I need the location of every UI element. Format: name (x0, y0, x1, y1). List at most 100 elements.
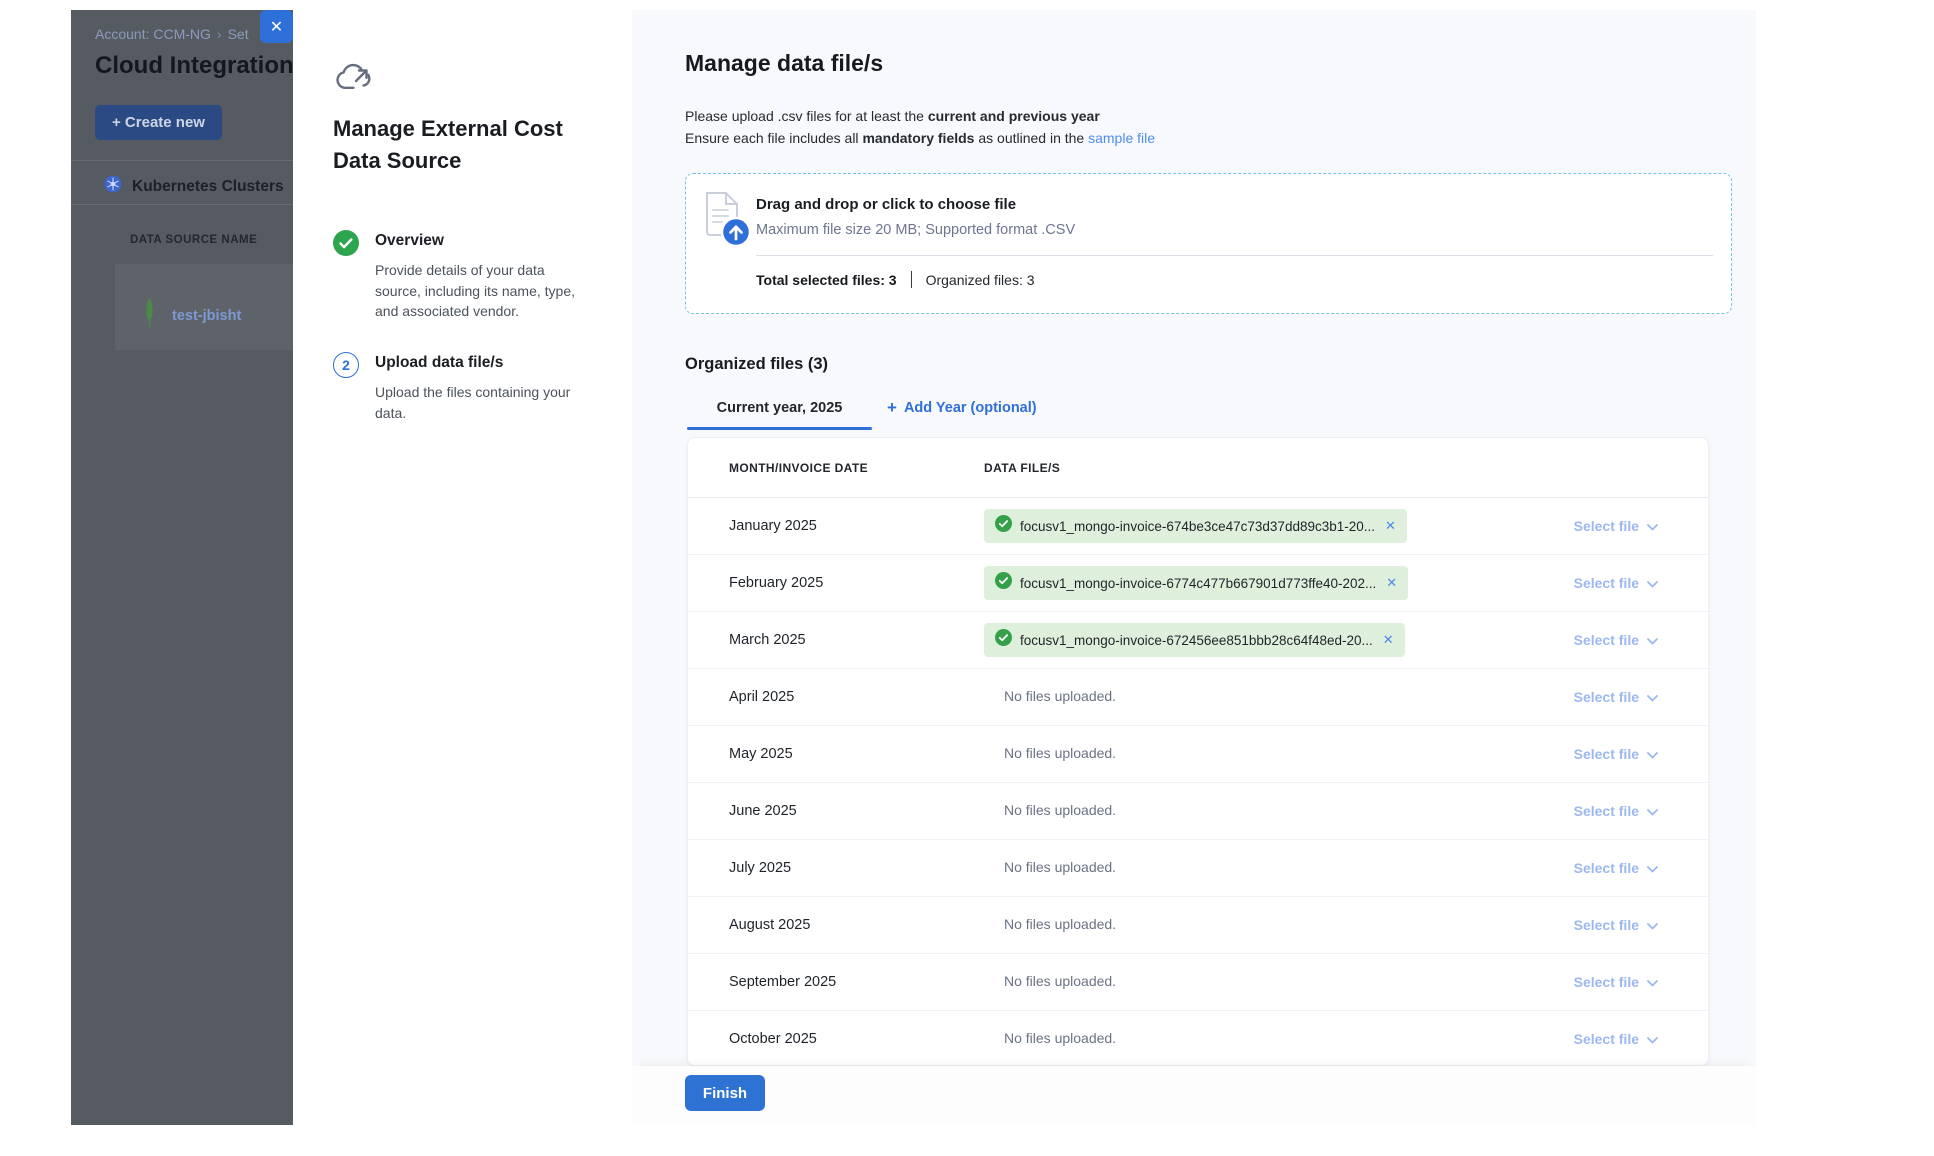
month-label: February 2025 (688, 575, 984, 591)
data-file-cell: focusv1_mongo-invoice-672456ee851bbb28c6… (984, 623, 1528, 657)
organized-files-count: Organized files: 3 (926, 272, 1035, 288)
select-file-label: Select file (1574, 803, 1639, 819)
table-row: May 2025 No files uploaded. Select file (688, 726, 1708, 783)
step1-label[interactable]: Overview (375, 232, 444, 250)
sample-file-link[interactable]: sample file (1088, 130, 1155, 146)
plus-icon: + (887, 401, 897, 415)
add-year-label: Add Year (optional) (904, 400, 1037, 416)
tab-current-year[interactable]: Current year, 2025 (687, 400, 872, 416)
chevron-down-icon (1647, 1031, 1658, 1047)
select-file-label: Select file (1574, 1031, 1639, 1047)
step1-complete-icon (333, 230, 359, 256)
file-chip: focusv1_mongo-invoice-6774c477b667901d77… (984, 566, 1408, 600)
dropzone-totals: Total selected files: 3 Organized files:… (756, 271, 1035, 288)
empty-files-text: No files uploaded. (1004, 916, 1116, 932)
dimmed-background-page: Account: CCM-NG › Set Cloud Integration + … (71, 10, 293, 1125)
manage-external-cost-drawer: Manage External Cost Data Source Overvie… (293, 10, 1756, 1125)
table-row: June 2025No files uploaded. Select file (688, 783, 1708, 840)
select-file-dropdown[interactable]: Select file (1574, 689, 1658, 705)
table-row: September 2025 No files uploaded. Select f… (688, 954, 1708, 1011)
file-chip: focusv1_mongo-invoice-672456ee851bbb28c6… (984, 623, 1405, 657)
finish-button[interactable]: Finish (685, 1075, 765, 1111)
create-new-button[interactable]: + Create new (95, 105, 222, 140)
month-label: January 2025 (688, 518, 984, 534)
month-label: July 2025 (688, 860, 984, 876)
month-label: March 2025 (688, 632, 984, 648)
file-uploaded-check-icon (995, 629, 1012, 651)
month-label: May 2025 (688, 746, 984, 762)
dropzone-title: Drag and drop or click to choose file (756, 196, 1016, 213)
data-source-name-link[interactable]: test-jbisht (172, 308, 241, 324)
select-file-dropdown[interactable]: Select file (1574, 746, 1658, 762)
breadcrumb-account-link[interactable]: Account: CCM-NG (95, 26, 211, 42)
remove-file-icon[interactable]: ✕ (1383, 632, 1394, 648)
step2-label[interactable]: Upload data file/s (375, 354, 503, 372)
step1-description: Provide details of your data source, inc… (375, 260, 585, 322)
select-file-label: Select file (1574, 746, 1639, 762)
data-source-row-content: test-jbisht (143, 298, 241, 333)
file-uploaded-check-icon (995, 572, 1012, 594)
empty-files-text: No files uploaded. (1004, 859, 1116, 875)
mongodb-leaf-icon (143, 298, 156, 333)
select-file-label: Select file (1574, 860, 1639, 876)
page-title: Cloud Integration (95, 52, 293, 80)
select-file-dropdown[interactable]: Select file (1574, 917, 1658, 933)
table-row: January 2025focusv1_mongo-invoice-674be3… (688, 498, 1708, 555)
select-file-dropdown[interactable]: Select file (1574, 974, 1658, 990)
select-file-label: Select file (1574, 632, 1639, 648)
table-body: January 2025focusv1_mongo-invoice-674be3… (688, 498, 1708, 1066)
chevron-down-icon (1647, 860, 1658, 876)
month-label: August 2025 (688, 917, 984, 933)
kubernetes-clusters-tab[interactable]: Kubernetes Clusters (104, 175, 284, 198)
breadcrumb-separator-icon: › (217, 26, 222, 42)
step2-description: Upload the files containing your data. (375, 382, 585, 423)
column-month-invoice-date: MONTH/INVOICE DATE (688, 461, 984, 475)
select-file-dropdown[interactable]: Select file (1574, 575, 1658, 591)
data-file-cell: No files uploaded. (984, 916, 1528, 934)
select-file-label: Select file (1574, 917, 1639, 933)
file-chip-name: focusv1_mongo-invoice-6774c477b667901d77… (1020, 576, 1376, 591)
table-row: March 2025 focusv1_mongo-invoice-672456ee… (688, 612, 1708, 669)
select-file-dropdown[interactable]: Select file (1574, 803, 1658, 819)
remove-file-icon[interactable]: ✕ (1385, 518, 1396, 534)
breadcrumb-section-link[interactable]: Set (228, 26, 249, 42)
select-file-label: Select file (1574, 518, 1639, 534)
month-label: September 2025 (688, 974, 984, 990)
kubernetes-clusters-label: Kubernetes Clusters (132, 178, 284, 196)
drawer-main-panel: Manage data file/s Please upload .csv fi… (632, 10, 1756, 1125)
select-file-dropdown[interactable]: Select file (1574, 518, 1658, 534)
empty-files-text: No files uploaded. (1004, 973, 1116, 989)
file-chip-name: focusv1_mongo-invoice-672456ee851bbb28c6… (1020, 633, 1373, 648)
month-label: June 2025 (688, 803, 984, 819)
manage-data-files-title: Manage data file/s (685, 50, 883, 77)
instructions-line2: Ensure each file includes all mandatory … (685, 128, 1155, 150)
table-row: February 2025 focusv1_mongo-invoice-6774c… (688, 555, 1708, 612)
chevron-down-icon (1647, 575, 1658, 591)
close-icon: ✕ (270, 17, 283, 37)
month-label: October 2025 (688, 1031, 984, 1047)
organized-files-heading: Organized files (3) (685, 355, 828, 374)
month-label: April 2025 (688, 689, 984, 705)
divider (71, 160, 293, 161)
chevron-down-icon (1647, 917, 1658, 933)
add-year-button[interactable]: + Add Year (optional) (887, 400, 1037, 416)
data-file-cell: No files uploaded. (984, 973, 1528, 991)
select-file-dropdown[interactable]: Select file (1574, 860, 1658, 876)
organized-files-card: MONTH/INVOICE DATE DATA FILE/S January 2… (687, 437, 1709, 1066)
breadcrumb: Account: CCM-NG › Set (95, 26, 249, 42)
chevron-down-icon (1647, 746, 1658, 762)
active-tab-underline (687, 427, 872, 430)
remove-file-icon[interactable]: ✕ (1386, 575, 1397, 591)
chevron-down-icon (1647, 803, 1658, 819)
empty-files-text: No files uploaded. (1004, 745, 1116, 761)
screen: Account: CCM-NG › Set Cloud Integration + … (0, 0, 1934, 1156)
close-drawer-button[interactable]: ✕ (260, 10, 293, 43)
data-file-cell: No files uploaded. (984, 802, 1528, 820)
select-file-dropdown[interactable]: Select file (1574, 1031, 1658, 1047)
data-file-cell: No files uploaded. (984, 1030, 1528, 1048)
table-row: August 2025 No files uploaded. Select file (688, 897, 1708, 954)
file-dropzone[interactable]: Drag and drop or click to choose file Ma… (685, 173, 1732, 314)
select-file-dropdown[interactable]: Select file (1574, 632, 1658, 648)
drawer-title: Manage External Cost Data Source (333, 113, 583, 177)
select-file-label: Select file (1574, 974, 1639, 990)
